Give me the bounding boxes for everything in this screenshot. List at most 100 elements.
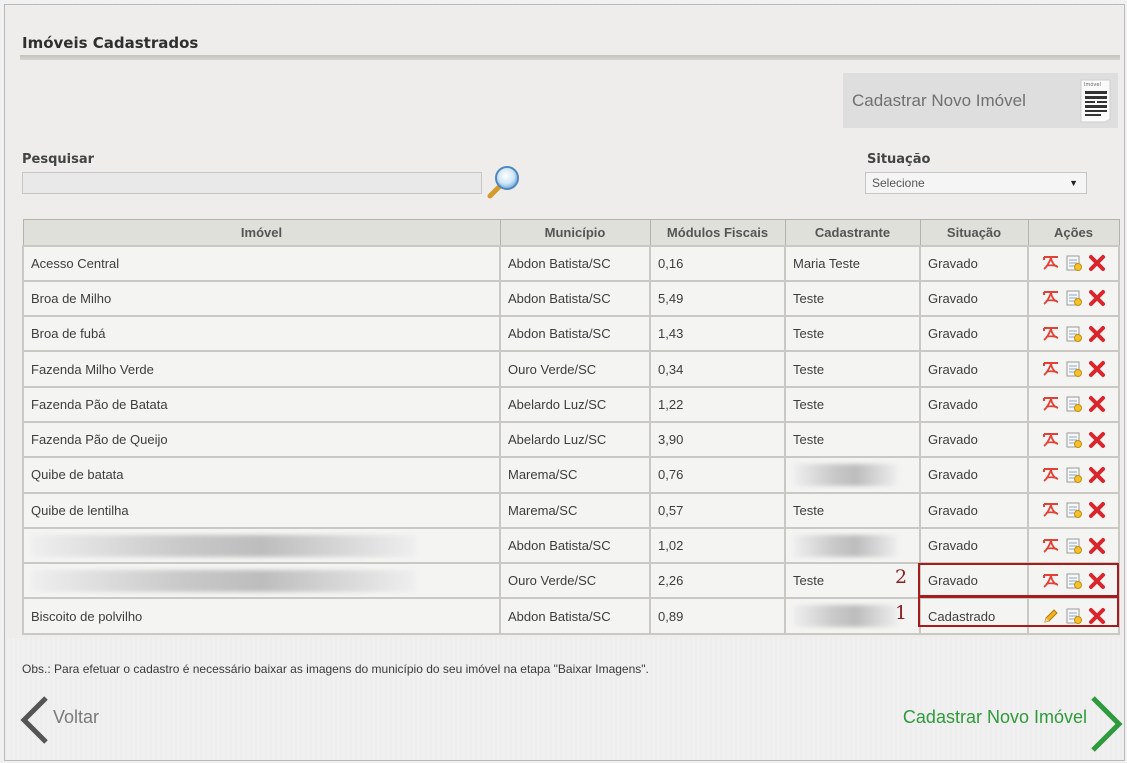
table-row[interactable]: Abdon Batista/SC 1,02 Gravado	[22, 526, 1120, 565]
next-button-label: Cadastrar Novo Imóvel	[902, 707, 1087, 727]
search-label: Pesquisar	[22, 152, 95, 167]
back-button[interactable]: Voltar	[18, 695, 128, 745]
new-imovel-button-label: Cadastrar Novo Imóvel	[852, 90, 1026, 110]
cell-imovel: Quibe de batata	[22, 456, 501, 494]
cell-cadastrante: Teste	[784, 279, 921, 318]
row-actions	[1036, 466, 1111, 484]
col-header-municipio: Município	[499, 219, 651, 246]
cell-cadastrante: Teste	[784, 315, 921, 353]
cell-text: Abdon Batista/SC	[508, 608, 611, 624]
cell-municipio: Marema/SC	[499, 456, 651, 494]
cell-text: 0,57	[658, 502, 684, 518]
search-input[interactable]	[22, 172, 482, 194]
pdf-icon[interactable]	[1042, 537, 1060, 555]
highlight-box-row-1	[918, 596, 1119, 627]
pdf-icon[interactable]	[1042, 289, 1060, 307]
cell-text: Teste	[793, 396, 825, 412]
document-edit-icon[interactable]	[1065, 431, 1083, 449]
cell-text: Marema/SC	[508, 502, 578, 518]
delete-icon[interactable]	[1088, 466, 1106, 484]
document-edit-icon[interactable]	[1065, 501, 1083, 519]
cell-modulos: 0,57	[649, 491, 786, 529]
table-row[interactable]: Fazenda Pão de Batata Abelardo Luz/SC 1,22…	[22, 385, 1120, 423]
pdf-icon[interactable]	[1042, 254, 1060, 272]
table-row[interactable]: Fazenda Milho Verde Ouro Verde/SC 0,34 Test…	[22, 350, 1120, 388]
cell-modulos: 2,26	[649, 562, 786, 600]
cell-municipio: Abdon Batista/SC	[499, 597, 651, 635]
cell-cadastrante	[784, 526, 921, 565]
document-icon: Imóvel	[1080, 79, 1111, 123]
document-edit-icon[interactable]	[1065, 466, 1083, 484]
cell-text: 3,90	[658, 432, 684, 448]
delete-icon[interactable]	[1088, 289, 1106, 307]
cell-municipio: Ouro Verde/SC	[499, 350, 651, 388]
cell-text: Fazenda Milho Verde	[31, 361, 154, 377]
table-row[interactable]: Fazenda Pão de Queijo Abelardo Luz/SC 3,90…	[22, 420, 1120, 459]
table-row[interactable]: Acesso Central Abdon Batista/SC 0,16 Maria …	[22, 244, 1120, 282]
table-row[interactable]: Quibe de lentilha Marema/SC 0,57 Teste Grava…	[22, 491, 1120, 529]
cell-modulos: 1,02	[649, 526, 786, 565]
document-edit-icon[interactable]	[1065, 360, 1083, 378]
situacao-select[interactable]: Selecione ▼	[865, 172, 1087, 194]
delete-icon[interactable]	[1088, 395, 1106, 413]
cell-text: 1,02	[658, 538, 684, 554]
table-row[interactable]: Broa de fubá Abdon Batista/SC 1,43 Teste Gra…	[22, 315, 1120, 353]
cell-situacao: Gravado	[919, 491, 1029, 529]
cell-acoes	[1027, 350, 1120, 388]
cell-acoes	[1027, 244, 1120, 282]
back-button-label: Voltar	[53, 707, 100, 727]
document-edit-icon[interactable]	[1065, 325, 1083, 343]
cell-situacao: Gravado	[919, 456, 1029, 494]
cell-modulos: 0,34	[649, 350, 786, 388]
cell-text: 5,49	[658, 290, 684, 306]
delete-icon[interactable]	[1088, 537, 1106, 555]
title-divider	[20, 55, 1120, 60]
cell-situacao: Gravado	[919, 420, 1029, 459]
table-row[interactable]: Quibe de batata Marema/SC 0,76 Gravado	[22, 456, 1120, 494]
pdf-icon[interactable]	[1042, 360, 1060, 378]
row-actions	[1036, 537, 1111, 555]
cell-text: Broa de fubá	[31, 326, 106, 342]
table-row[interactable]: Broa de Milho Abdon Batista/SC 5,49 Teste Gr…	[22, 279, 1120, 318]
document-edit-icon[interactable]	[1065, 537, 1083, 555]
cell-text: Biscoito de polvilho	[31, 608, 143, 624]
redacted-text	[31, 569, 416, 592]
cell-municipio: Marema/SC	[499, 491, 651, 529]
document-edit-icon[interactable]	[1065, 254, 1083, 272]
col-header-cadastrante: Cadastrante	[784, 219, 921, 246]
annotation-marker-1: 1	[895, 602, 908, 624]
cell-acoes	[1027, 456, 1120, 494]
search-icon[interactable]	[487, 163, 523, 199]
cell-acoes	[1027, 526, 1120, 565]
col-header-imovel: Imóvel	[22, 219, 501, 246]
cell-text: Quibe de lentilha	[31, 502, 129, 518]
pdf-icon[interactable]	[1042, 431, 1060, 449]
document-edit-icon[interactable]	[1065, 395, 1083, 413]
cell-text: 1,43	[658, 326, 684, 342]
redacted-text	[793, 605, 898, 628]
cell-municipio: Abelardo Luz/SC	[499, 420, 651, 459]
observation-note: Obs.: Para efetuar o cadastro é necessár…	[22, 662, 649, 676]
delete-icon[interactable]	[1088, 360, 1106, 378]
cell-imovel: Biscoito de polvilho	[22, 597, 501, 635]
col-header-situacao: Situação	[919, 219, 1029, 246]
pdf-icon[interactable]	[1042, 325, 1060, 343]
next-button[interactable]: Cadastrar Novo Imóvel	[887, 695, 1127, 753]
cell-municipio: Abdon Batista/SC	[499, 315, 651, 353]
cell-modulos: 0,76	[649, 456, 786, 494]
document-edit-icon[interactable]	[1065, 289, 1083, 307]
redacted-text	[31, 534, 416, 557]
delete-icon[interactable]	[1088, 325, 1106, 343]
pdf-icon[interactable]	[1042, 466, 1060, 484]
cell-text: 0,76	[658, 467, 684, 483]
delete-icon[interactable]	[1088, 254, 1106, 272]
delete-icon[interactable]	[1088, 501, 1106, 519]
cell-text: Gravado	[928, 290, 978, 306]
situacao-selected-value: Selecione	[872, 176, 925, 190]
new-imovel-button[interactable]: Cadastrar Novo Imóvel Imóvel	[843, 73, 1118, 128]
pdf-icon[interactable]	[1042, 395, 1060, 413]
cell-situacao: Gravado	[919, 279, 1029, 318]
cell-imovel: Broa de fubá	[22, 315, 501, 353]
pdf-icon[interactable]	[1042, 501, 1060, 519]
delete-icon[interactable]	[1088, 431, 1106, 449]
